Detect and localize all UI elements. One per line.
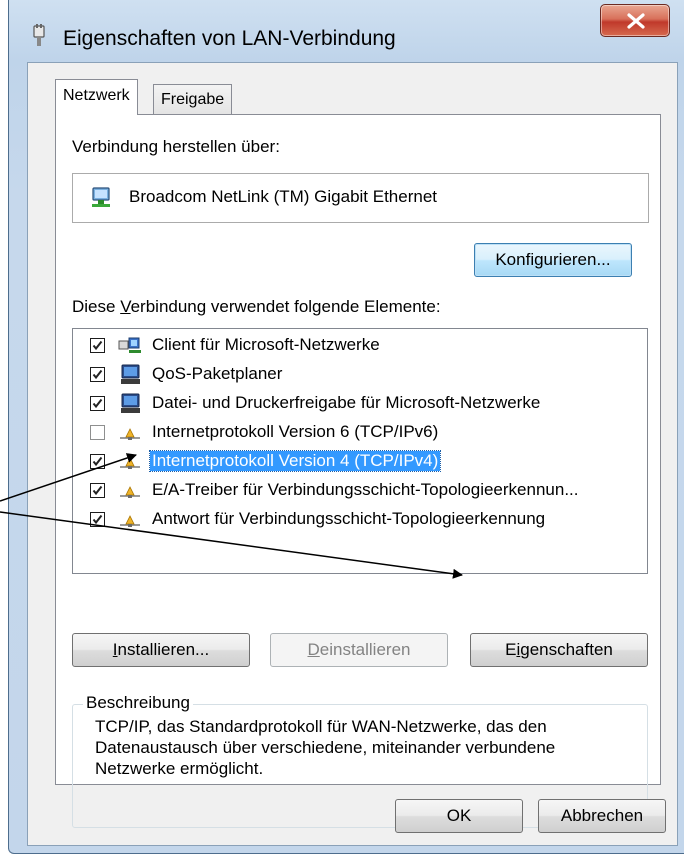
elements-label: Diese Verbindung verwendet folgende Elem… bbox=[72, 297, 441, 317]
cancel-button[interactable]: Abbrechen bbox=[538, 799, 666, 833]
adapter-name: Broadcom NetLink (TM) Gigabit Ethernet bbox=[129, 187, 438, 206]
close-icon bbox=[627, 13, 645, 29]
check-icon bbox=[92, 514, 103, 525]
list-item-label: QoS-Paketplaner bbox=[152, 364, 283, 383]
network-client-icon bbox=[118, 337, 141, 353]
checkbox[interactable] bbox=[90, 338, 105, 353]
list-item-label: Datei- und Druckerfreigabe für Microsoft… bbox=[152, 393, 541, 412]
list-item-label: Antwort für Verbindungsschicht-Topologie… bbox=[152, 509, 546, 528]
elements-listbox[interactable]: Client für Microsoft-Netzwerke QoS-Paket… bbox=[72, 328, 648, 574]
ok-button[interactable]: OK bbox=[395, 799, 523, 833]
list-item[interactable]: QoS-Paketplaner bbox=[73, 361, 647, 389]
network-plug-icon bbox=[33, 24, 45, 46]
uninstall-rest: einstallieren bbox=[319, 640, 411, 659]
install-button[interactable]: Installieren... bbox=[72, 633, 250, 667]
tab-panel-netzwerk: Verbindung herstellen über: Broadcom Net… bbox=[55, 114, 661, 828]
checkbox[interactable] bbox=[90, 367, 105, 382]
configure-button[interactable]: Konfigurieren... bbox=[474, 243, 632, 277]
checkbox[interactable] bbox=[90, 512, 105, 527]
network-adapter-icon bbox=[92, 187, 110, 207]
description-title: Beschreibung bbox=[83, 693, 193, 713]
description-text: TCP/IP, das Standardprotokoll für WAN-Ne… bbox=[95, 717, 556, 778]
window-title: Eigenschaften von LAN-Verbindung bbox=[63, 27, 396, 50]
list-item-label: Internetprotokoll Version 6 (TCP/IPv6) bbox=[152, 422, 439, 441]
check-icon bbox=[92, 398, 103, 409]
install-rest: nstallieren... bbox=[117, 640, 210, 659]
list-item-label: E/A-Treiber für Verbindungsschicht-Topol… bbox=[152, 480, 579, 499]
checkbox[interactable] bbox=[90, 396, 105, 411]
check-icon bbox=[92, 456, 103, 467]
dialog-window: Eigenschaften von LAN-Verbindung Netzwer… bbox=[8, 0, 684, 854]
list-item[interactable]: Internetprotokoll Version 4 (TCP/IPv4) bbox=[73, 448, 647, 476]
protocol-icon bbox=[120, 486, 140, 498]
elements-label-post: erbindung verwendet folgende Elemente: bbox=[130, 297, 441, 316]
list-item[interactable]: Datei- und Druckerfreigabe für Microsoft… bbox=[73, 390, 647, 418]
computer-icon bbox=[121, 364, 140, 384]
close-button[interactable] bbox=[600, 4, 670, 37]
checkbox[interactable] bbox=[90, 483, 105, 498]
check-icon bbox=[92, 369, 103, 380]
computer-icon bbox=[121, 393, 140, 413]
list-item[interactable]: Client für Microsoft-Netzwerke bbox=[73, 332, 647, 360]
list-item[interactable]: E/A-Treiber für Verbindungsschicht-Topol… bbox=[73, 477, 647, 505]
elements-label-accel: V bbox=[120, 297, 131, 316]
checkbox[interactable] bbox=[90, 454, 105, 469]
checkbox[interactable] bbox=[90, 425, 105, 440]
uninstall-accel: D bbox=[307, 640, 320, 659]
title-bar[interactable]: Eigenschaften von LAN-Verbindung bbox=[9, 0, 684, 62]
properties-rest: genschaften bbox=[520, 640, 613, 659]
connect-using-label: Verbindung herstellen über: bbox=[72, 137, 280, 156]
list-item[interactable]: Antwort für Verbindungsschicht-Topologie… bbox=[73, 506, 647, 534]
protocol-icon bbox=[120, 428, 140, 440]
properties-button[interactable]: Eigenschaften bbox=[470, 633, 648, 667]
check-icon bbox=[92, 340, 103, 351]
properties-pre: E bbox=[505, 640, 517, 659]
protocol-icon bbox=[120, 457, 140, 469]
elements-label-pre: Diese bbox=[72, 297, 121, 316]
tab-netzwerk[interactable]: Netzwerk bbox=[55, 79, 138, 115]
uninstall-button[interactable]: Deinstallieren bbox=[270, 633, 448, 667]
list-item-label: Internetprotokoll Version 4 (TCP/IPv4) bbox=[148, 450, 442, 472]
adapter-box: Broadcom NetLink (TM) Gigabit Ethernet bbox=[72, 173, 649, 223]
check-icon bbox=[92, 485, 103, 496]
list-item-label: Client für Microsoft-Netzwerke bbox=[152, 335, 380, 354]
dialog-client-area: Netzwerk Freigabe Verbindung herstellen … bbox=[27, 62, 678, 846]
list-item[interactable]: Internetprotokoll Version 6 (TCP/IPv6) bbox=[73, 419, 647, 447]
protocol-icon bbox=[120, 515, 140, 527]
tab-freigabe[interactable]: Freigabe bbox=[153, 84, 233, 116]
